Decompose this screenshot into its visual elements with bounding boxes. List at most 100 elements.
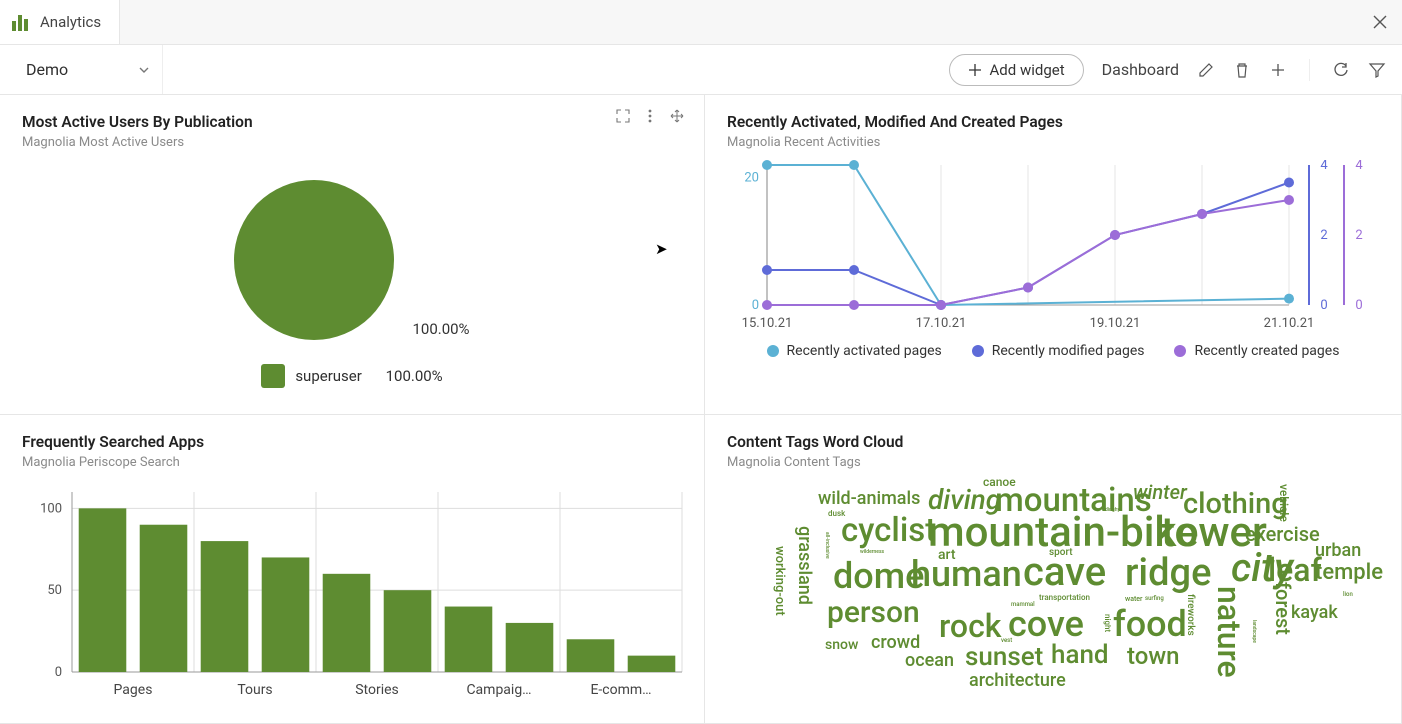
add-icon[interactable]	[1269, 61, 1287, 79]
cloud-word[interactable]: winter	[1133, 482, 1187, 502]
toolbar: Demo Add widget Dashboard	[0, 45, 1402, 95]
svg-text:0: 0	[55, 665, 62, 680]
svg-text:Pages: Pages	[114, 682, 153, 698]
cloud-word[interactable]: exercise	[1245, 524, 1320, 544]
svg-text:100: 100	[40, 501, 62, 516]
legend-swatch	[261, 364, 285, 388]
cloud-word[interactable]: food	[1113, 606, 1187, 642]
cloud-word[interactable]: surfing	[1145, 596, 1164, 602]
tab-analytics[interactable]: Analytics	[0, 0, 120, 44]
svg-text:15.10.21: 15.10.21	[742, 316, 793, 331]
cloud-word[interactable]: temple	[1315, 562, 1383, 584]
trash-icon[interactable]	[1233, 61, 1251, 79]
cloud-word[interactable]: snow	[825, 638, 858, 652]
chevron-down-icon	[138, 64, 150, 76]
bar-chart: 0 50 100 Pages Tours Stories Campaig… E-comm…	[22, 482, 682, 702]
cloud-word[interactable]: working-out	[773, 546, 786, 616]
svg-text:Tours: Tours	[237, 682, 272, 698]
analytics-icon	[12, 13, 30, 31]
panel-title: Frequently Searched Apps	[22, 433, 682, 451]
cloud-word[interactable]: ridge	[1125, 554, 1211, 592]
panel-recent-pages: Recently Activated, Modified And Created…	[705, 95, 1402, 415]
close-icon[interactable]	[1357, 0, 1402, 44]
cloud-word[interactable]: vehicle	[1278, 484, 1290, 522]
cloud-word[interactable]: night	[1103, 614, 1111, 632]
svg-text:4: 4	[1320, 160, 1328, 173]
panel-subtitle: Magnolia Most Active Users	[22, 135, 682, 150]
cloud-word[interactable]: cyclist	[841, 514, 936, 547]
cloud-word[interactable]: forest	[1273, 582, 1293, 635]
svg-text:19.10.21: 19.10.21	[1090, 316, 1141, 331]
cloud-word[interactable]: hand	[1051, 642, 1109, 668]
svg-text:20: 20	[744, 171, 759, 186]
word-cloud: canoewild-animalsdivingmountainswintercl…	[733, 476, 1373, 706]
line-legend: Recently activated pages Recently modifi…	[727, 343, 1379, 359]
svg-text:0: 0	[1355, 298, 1362, 313]
cloud-word[interactable]: cave	[1023, 552, 1106, 592]
refresh-icon[interactable]	[1332, 61, 1350, 79]
line-chart: 15.10.21 17.10.21 19.10.21 21.10.21 0 20 0 2 4 0 2…	[727, 160, 1379, 335]
panel-frequently-searched: Frequently Searched Apps Magnolia Perisc…	[0, 415, 705, 724]
panel-word-cloud: Content Tags Word Cloud Magnolia Content…	[705, 415, 1402, 724]
filter-icon[interactable]	[1368, 61, 1386, 79]
cloud-word[interactable]: person	[827, 598, 920, 628]
move-icon[interactable]	[670, 109, 684, 123]
tab-title: Analytics	[40, 13, 101, 31]
panel-title: Content Tags Word Cloud	[727, 433, 1379, 451]
add-widget-label: Add widget	[990, 61, 1065, 79]
legend-name: superuser	[295, 367, 362, 385]
dashboard-select-label: Demo	[26, 60, 68, 79]
svg-text:0: 0	[1320, 298, 1327, 313]
cloud-word[interactable]: architecture	[969, 672, 1066, 690]
cloud-word[interactable]: water	[1125, 596, 1143, 603]
svg-text:17.10.21: 17.10.21	[916, 316, 967, 331]
pie-chart	[234, 180, 394, 340]
cloud-word[interactable]: lion	[1343, 592, 1353, 598]
panel-subtitle: Magnolia Periscope Search	[22, 455, 682, 470]
dashboard-select[interactable]: Demo	[10, 45, 163, 94]
dashboard-link[interactable]: Dashboard	[1102, 60, 1179, 79]
cloud-word[interactable]: wild-animals	[818, 490, 920, 508]
cloud-word[interactable]: kayak	[1291, 604, 1338, 622]
panel-title: Most Active Users By Publication	[22, 113, 682, 131]
cloud-word[interactable]: ocean	[905, 652, 954, 670]
panel-most-active-users: Most Active Users By Publication Magnoli…	[0, 95, 705, 415]
cloud-word[interactable]: transportation	[1039, 594, 1090, 602]
plus-icon	[968, 63, 982, 77]
cloud-word[interactable]: cove	[1008, 606, 1084, 642]
add-widget-button[interactable]: Add widget	[949, 54, 1084, 86]
svg-text:E-comm…: E-comm…	[590, 682, 651, 698]
cloud-word[interactable]: rock	[939, 610, 1001, 642]
legend-item[interactable]: Recently activated pages	[767, 343, 942, 359]
legend-item[interactable]: Recently created pages	[1174, 343, 1339, 359]
dashboard-grid: Most Active Users By Publication Magnoli…	[0, 95, 1402, 724]
tab-bar: Analytics	[0, 0, 1402, 45]
edit-icon[interactable]	[1197, 61, 1215, 79]
svg-text:Campaig…: Campaig…	[466, 682, 531, 698]
legend-item[interactable]: Recently modified pages	[972, 343, 1145, 359]
panel-subtitle: Magnolia Recent Activities	[727, 135, 1379, 150]
svg-text:4: 4	[1355, 160, 1363, 173]
kebab-menu-icon[interactable]	[648, 109, 652, 123]
expand-icon[interactable]	[616, 109, 630, 123]
cloud-word[interactable]: dinghy	[1105, 508, 1120, 513]
panel-subtitle: Magnolia Content Tags	[727, 455, 1379, 470]
svg-text:0: 0	[752, 298, 759, 313]
cloud-word[interactable]: nature	[1213, 586, 1245, 678]
svg-text:2: 2	[1355, 228, 1362, 243]
cloud-word[interactable]: human	[911, 556, 1022, 592]
cloud-word[interactable]: sunset	[965, 644, 1043, 670]
cloud-word[interactable]: all-inclusive	[824, 532, 829, 559]
svg-text:50: 50	[47, 583, 62, 598]
panel-title: Recently Activated, Modified And Created…	[727, 113, 1379, 131]
svg-text:21.10.21: 21.10.21	[1264, 316, 1315, 331]
svg-text:2: 2	[1320, 228, 1327, 243]
svg-text:Stories: Stories	[355, 682, 399, 698]
cloud-word[interactable]: town	[1127, 644, 1180, 668]
legend-pct: 100.00%	[386, 367, 443, 385]
cloud-word[interactable]: grassland	[795, 526, 813, 605]
cloud-word[interactable]: fireworks	[1185, 594, 1195, 636]
cloud-word[interactable]: landscape	[1251, 620, 1256, 643]
pie-legend: superuser 100.00%	[22, 364, 682, 388]
pie-center-label: 100.00%	[412, 320, 469, 338]
